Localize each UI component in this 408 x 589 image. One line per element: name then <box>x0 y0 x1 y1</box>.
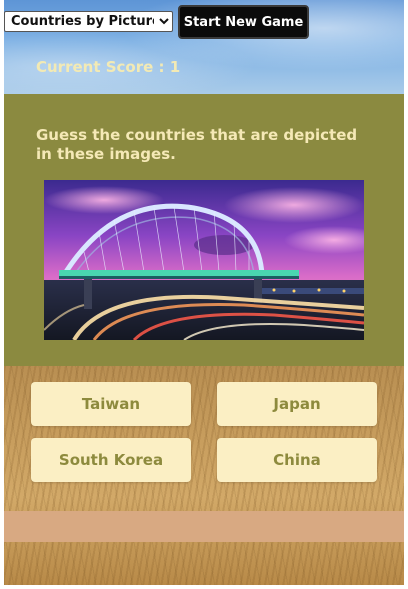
bridge-photo-icon <box>44 180 364 340</box>
game-mode-select[interactable]: Countries by Pictures <box>4 11 173 32</box>
question-prompt: Guess the countries that are depicted in… <box>36 126 358 163</box>
game-page: Current Score : 1 Countries by Pictures … <box>0 0 408 589</box>
answer-button-china[interactable]: China <box>217 438 377 482</box>
current-score: Current Score : 1 <box>36 58 181 76</box>
question-section: Guess the countries that are depicted in… <box>4 94 404 366</box>
answer-button-south-korea[interactable]: South Korea <box>31 438 191 482</box>
answer-button-taiwan[interactable]: Taiwan <box>31 382 191 426</box>
answer-button-japan[interactable]: Japan <box>217 382 377 426</box>
answers-section: Taiwan Japan South Korea China <box>4 366 404 585</box>
clue-image <box>44 180 364 340</box>
start-new-game-button[interactable]: Start New Game <box>178 5 309 39</box>
feedback-bar <box>4 511 404 542</box>
